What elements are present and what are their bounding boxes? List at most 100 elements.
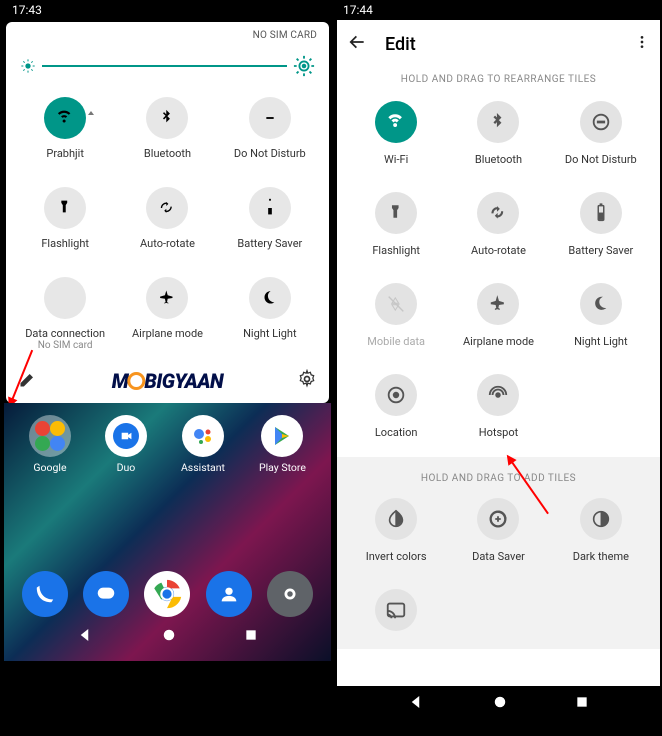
qs-tile-rotate[interactable]: Auto-rotate — [116, 187, 218, 251]
sim-status: NO SIM CARD — [6, 22, 329, 45]
qs-tile-bluetooth[interactable]: Bluetooth — [116, 97, 218, 161]
airplane-icon — [477, 283, 519, 325]
app-play-store[interactable]: Play Store — [259, 415, 306, 474]
tile-label: Flashlight — [372, 244, 420, 257]
status-bar: 17:44 — [335, 0, 662, 20]
watermark-logo: MBIGYAAN — [112, 369, 223, 393]
status-time: 17:44 — [343, 3, 373, 17]
nav-home-button[interactable] — [491, 693, 509, 715]
wifi-icon — [375, 101, 417, 143]
camera-app-icon[interactable] — [267, 571, 313, 617]
contacts-app-icon[interactable] — [206, 571, 252, 617]
edit-tile-invert[interactable]: Invert colors — [345, 498, 447, 563]
edit-tile-location[interactable]: Location — [345, 374, 447, 439]
dark-icon — [580, 498, 622, 540]
edit-tile-airplane[interactable]: Airplane mode — [447, 283, 549, 348]
edit-tile-night[interactable]: Night Light — [550, 283, 652, 348]
nav-home-button[interactable] — [160, 626, 178, 648]
tile-label: Night Light — [574, 335, 628, 348]
night-icon — [249, 277, 291, 319]
tile-label: Do Not Disturb — [234, 147, 306, 161]
nav-back-button[interactable] — [77, 626, 95, 648]
tile-label: Battery Saver — [237, 237, 302, 251]
qs-tile-dnd[interactable]: Do Not Disturb — [219, 97, 321, 161]
nav-recents-button[interactable] — [574, 694, 590, 714]
add-tiles-hint: HOLD AND DRAG TO ADD TILES — [337, 457, 660, 494]
flashlight-icon — [44, 187, 86, 229]
tile-label: Invert colors — [366, 550, 427, 563]
edit-tile-dark[interactable]: Dark theme — [550, 498, 652, 563]
dock — [4, 571, 331, 617]
tile-label: Airplane mode — [463, 335, 534, 348]
tile-label: Prabhjit — [46, 147, 84, 161]
edit-tile-datasaver[interactable]: Data Saver — [447, 498, 549, 563]
edit-tile-hotspot[interactable]: Hotspot — [447, 374, 549, 439]
nav-back-button[interactable] — [408, 693, 426, 715]
dnd-icon — [580, 101, 622, 143]
battery-icon — [580, 192, 622, 234]
qs-tile-flashlight[interactable]: Flashlight — [14, 187, 116, 251]
tile-label: Hotspot — [479, 426, 518, 439]
phone-app-icon[interactable] — [22, 571, 68, 617]
qs-tile-airplane[interactable]: Airplane mode — [116, 277, 218, 352]
app-label: Duo — [117, 461, 136, 474]
app-duo[interactable]: Duo — [105, 415, 147, 474]
overflow-menu-icon[interactable] — [634, 34, 650, 54]
app-icon — [29, 415, 71, 457]
edit-tile-bluetooth[interactable]: Bluetooth — [447, 101, 549, 166]
brightness-high-icon — [293, 55, 315, 77]
status-bar: 17:43 — [4, 0, 331, 20]
brightness-track[interactable] — [42, 65, 287, 67]
location-icon — [375, 374, 417, 416]
nav-recents-button[interactable] — [243, 627, 259, 647]
edit-toolbar: Edit — [337, 20, 660, 66]
flashlight-icon — [375, 192, 417, 234]
airplane-icon — [146, 277, 188, 319]
tile-label: Data connection — [25, 327, 105, 341]
tile-label: Do Not Disturb — [565, 153, 637, 166]
edit-tile-flashlight[interactable]: Flashlight — [345, 192, 447, 257]
data-off-icon — [44, 277, 86, 319]
edit-tile-wifi[interactable]: Wi-Fi — [345, 101, 447, 166]
qs-tile-night[interactable]: Night Light — [219, 277, 321, 352]
data-off-icon — [375, 283, 417, 325]
invert-icon — [375, 498, 417, 540]
edit-tile-cast[interactable] — [345, 589, 447, 641]
chrome-app-icon[interactable] — [144, 571, 190, 617]
edit-tile-battery[interactable]: Battery Saver — [550, 192, 652, 257]
status-time: 17:43 — [12, 3, 42, 17]
nav-bar — [335, 684, 662, 724]
rearrange-hint: HOLD AND DRAG TO REARRANGE TILES — [337, 66, 660, 91]
tile-label: Flashlight — [41, 237, 89, 251]
right-screenshot: 17:44 Edit HOLD AND DRAG TO REARRANGE TI… — [335, 0, 662, 728]
tile-label: Auto-rotate — [471, 244, 526, 257]
left-screenshot: 17:43 NO SIM CARD Prabhjit Bluetooth Do No… — [4, 0, 331, 728]
back-arrow-icon[interactable] — [347, 32, 367, 56]
app-label: Google — [33, 461, 66, 474]
home-screen: Google Duo Assistant Play Store — [4, 403, 331, 661]
edit-tile-data-off[interactable]: Mobile data — [345, 283, 447, 348]
cast-icon — [375, 589, 417, 631]
tile-label: Airplane mode — [132, 327, 203, 341]
brightness-slider[interactable] — [6, 45, 329, 83]
app-assistant[interactable]: Assistant — [181, 415, 225, 474]
battery-icon — [249, 187, 291, 229]
bluetooth-icon — [146, 97, 188, 139]
nav-bar — [4, 617, 331, 657]
app-icon — [182, 415, 224, 457]
tile-sublabel: No SIM card — [38, 340, 93, 351]
app-google[interactable]: Google — [29, 415, 71, 474]
edit-tile-rotate[interactable]: Auto-rotate — [447, 192, 549, 257]
tile-label: Mobile data — [367, 335, 425, 348]
qs-tile-battery[interactable]: Battery Saver — [219, 187, 321, 251]
messages-app-icon[interactable] — [83, 571, 129, 617]
edit-tile-dnd[interactable]: Do Not Disturb — [550, 101, 652, 166]
qs-tile-data-off[interactable]: Data connectionNo SIM card — [14, 277, 116, 352]
qs-tile-wifi[interactable]: Prabhjit — [14, 97, 116, 161]
dnd-icon — [249, 97, 291, 139]
settings-gear-icon[interactable] — [297, 369, 317, 393]
app-icon — [105, 415, 147, 457]
tile-label: Night Light — [243, 327, 297, 341]
rotate-icon — [146, 187, 188, 229]
expand-caret-icon[interactable] — [88, 111, 94, 115]
